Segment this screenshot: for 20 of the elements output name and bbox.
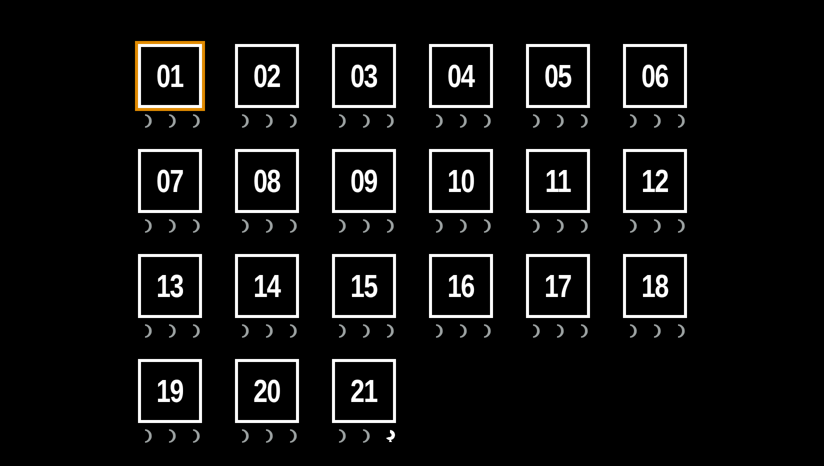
level-button[interactable]: 12 [622,149,686,213]
level-button[interactable]: 13 [138,254,202,318]
level-button[interactable]: 19 [138,359,202,423]
level-button[interactable]: 08 [234,149,298,213]
level-button[interactable]: 03 [332,44,396,108]
level-button[interactable]: 15 [332,254,396,318]
level-button[interactable]: 06 [622,44,686,108]
level-button[interactable]: 10 [428,149,492,213]
level-button[interactable]: 07 [138,149,202,213]
level-button[interactable]: 16 [428,254,492,318]
level-button[interactable]: 17 [526,254,590,318]
level-button[interactable]: 04 [428,44,492,108]
level-button[interactable]: 09 [332,149,396,213]
level-button[interactable]: 21 [332,359,396,423]
level-button[interactable]: 14 [234,254,298,318]
level-button[interactable]: 05 [526,44,590,108]
level-button[interactable]: 18 [622,254,686,318]
level-button[interactable]: 11 [526,149,590,213]
level-button[interactable]: 20 [234,359,298,423]
level-button[interactable]: 02 [234,44,298,108]
